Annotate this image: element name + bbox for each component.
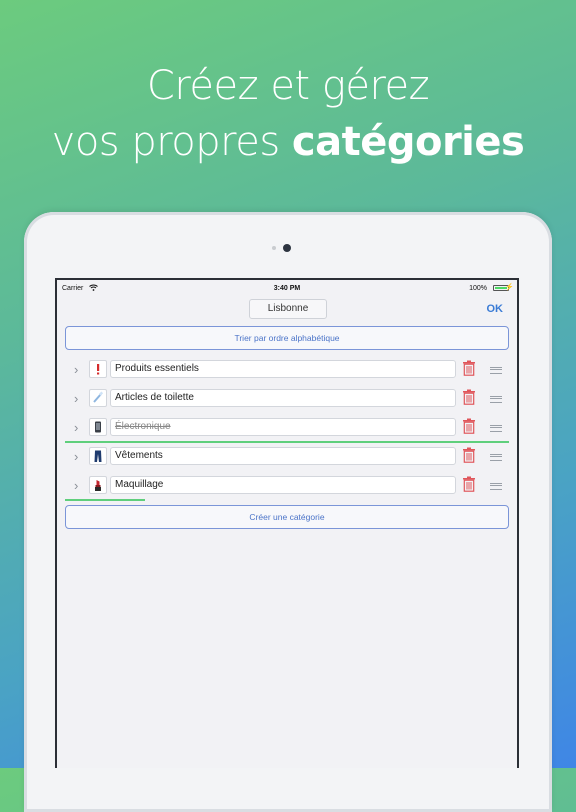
chevron-right-icon[interactable]: › xyxy=(74,362,78,377)
reorder-handle-icon[interactable] xyxy=(490,483,502,490)
headline-line-1: Créez et gérez xyxy=(146,63,430,109)
trash-icon[interactable] xyxy=(462,389,476,405)
category-row: › Produits essentiels xyxy=(65,356,509,385)
reorder-handle-icon[interactable] xyxy=(490,396,502,403)
category-row: › Articles de toilette xyxy=(65,385,509,414)
category-name-field[interactable]: Maquillage xyxy=(110,476,456,494)
charging-icon: ⚡ xyxy=(505,284,514,291)
chevron-right-icon[interactable]: › xyxy=(74,449,78,464)
category-row: › Électronique xyxy=(65,414,509,443)
headline: Créez et gérez vos propres catégories xyxy=(0,58,576,170)
trash-icon[interactable] xyxy=(462,447,476,463)
sort-alphabetical-button[interactable]: Trier par ordre alphabétique xyxy=(65,326,509,350)
tablet-sensor xyxy=(272,246,276,250)
jeans-icon[interactable] xyxy=(89,447,107,465)
chevron-right-icon[interactable]: › xyxy=(74,420,78,435)
app-screen: Carrier 3:40 PM 100% ⚡ Lisbonne OK Trier… xyxy=(55,278,519,768)
category-name-field[interactable]: Électronique xyxy=(110,418,456,436)
exclamation-icon[interactable] xyxy=(89,360,107,378)
battery-percent: 100% xyxy=(469,285,487,292)
chevron-right-icon[interactable]: › xyxy=(74,391,78,406)
tablet-camera xyxy=(283,244,291,252)
reorder-handle-icon[interactable] xyxy=(490,454,502,461)
category-name-field[interactable]: Produits essentiels xyxy=(110,360,456,378)
phone-icon[interactable] xyxy=(89,418,107,436)
category-name-field[interactable]: Articles de toilette xyxy=(110,389,456,407)
category-row: › Vêtements xyxy=(65,443,509,472)
category-name-field[interactable]: Vêtements xyxy=(110,447,456,465)
status-time: 3:40 PM xyxy=(273,285,301,292)
toothbrush-icon[interactable] xyxy=(89,389,107,407)
lipstick-icon[interactable] xyxy=(89,476,107,494)
trash-icon[interactable] xyxy=(462,418,476,434)
headline-line-2-bold: catégories xyxy=(291,119,525,165)
headline-line-2: vos propres catégories xyxy=(0,114,576,170)
trash-icon[interactable] xyxy=(462,476,476,492)
create-category-button[interactable]: Créer une catégorie xyxy=(65,505,509,529)
category-progress-bar xyxy=(65,499,145,501)
status-bar: Carrier 3:40 PM 100% ⚡ xyxy=(57,280,517,296)
headline-line-2-prefix: vos propres xyxy=(51,119,292,165)
reorder-handle-icon[interactable] xyxy=(490,367,502,374)
ok-button[interactable]: OK xyxy=(487,303,504,315)
reorder-handle-icon[interactable] xyxy=(490,425,502,432)
chevron-right-icon[interactable]: › xyxy=(74,478,78,493)
list-title-field[interactable]: Lisbonne xyxy=(249,299,327,319)
category-list: › Produits essentiels › Articles de toil… xyxy=(65,356,509,501)
trash-icon[interactable] xyxy=(462,360,476,376)
category-row: › Maquillage xyxy=(65,472,509,501)
